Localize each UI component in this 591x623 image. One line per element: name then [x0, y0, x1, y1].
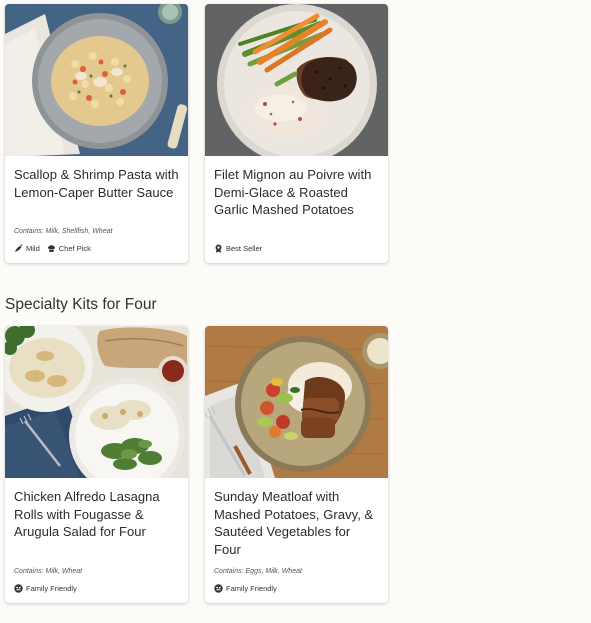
tag-family-friendly: Family Friendly	[214, 584, 277, 593]
section-title-specialty-kits: Specialty Kits for Four	[5, 296, 157, 313]
family-icon	[214, 584, 223, 593]
meal-image[interactable]	[5, 4, 188, 156]
tag-label: Best Seller	[226, 244, 263, 253]
meal-image[interactable]	[205, 4, 388, 156]
tag-label: Family Friendly	[226, 584, 277, 593]
meal-image[interactable]	[205, 326, 388, 478]
meal-menu-page: Scallop & Shrimp Pasta with Lemon-Caper …	[0, 0, 591, 623]
tag-best-seller: Best Seller	[214, 244, 262, 253]
allergen-info: Contains: Milk, Wheat	[14, 568, 83, 575]
meal-title[interactable]: Scallop & Shrimp Pasta with Lemon-Caper …	[14, 166, 179, 201]
tag-label: Chef Pick	[58, 244, 91, 253]
meal-card-sunday-meatloaf[interactable]: Sunday Meatloaf with Mashed Potatoes, Gr…	[205, 326, 388, 603]
meal-tags: Mild Chef Pick	[14, 244, 91, 253]
tag-family-friendly: Family Friendly	[14, 584, 77, 593]
allergen-info: Contains: Milk, Shellfish, Wheat	[14, 228, 113, 235]
pepper-icon	[14, 244, 23, 253]
meal-image[interactable]	[5, 326, 188, 478]
allergen-info: Contains: Eggs, Milk, Wheat	[214, 568, 302, 575]
chef-hat-icon	[47, 244, 56, 253]
meal-card-filet-mignon[interactable]: Filet Mignon au Poivre with Demi-Glace &…	[205, 4, 388, 263]
meal-tags: Family Friendly	[214, 584, 277, 593]
tag-label: Family Friendly	[26, 584, 77, 593]
meal-title[interactable]: Sunday Meatloaf with Mashed Potatoes, Gr…	[214, 488, 379, 558]
meal-card-chicken-alfredo-lasagna[interactable]: Chicken Alfredo Lasagna Rolls with Fouga…	[5, 326, 188, 603]
family-icon	[14, 584, 23, 593]
meal-title[interactable]: Chicken Alfredo Lasagna Rolls with Fouga…	[14, 488, 179, 541]
tag-chef-pick: Chef Pick	[47, 244, 91, 253]
meal-card-scallop-shrimp-pasta[interactable]: Scallop & Shrimp Pasta with Lemon-Caper …	[5, 4, 188, 263]
meal-tags: Family Friendly	[14, 584, 77, 593]
tag-label: Mild	[26, 244, 40, 253]
meal-title[interactable]: Filet Mignon au Poivre with Demi-Glace &…	[214, 166, 379, 219]
tag-mild: Mild	[14, 244, 40, 253]
meal-tags: Best Seller	[214, 244, 262, 253]
ribbon-icon	[214, 244, 223, 253]
